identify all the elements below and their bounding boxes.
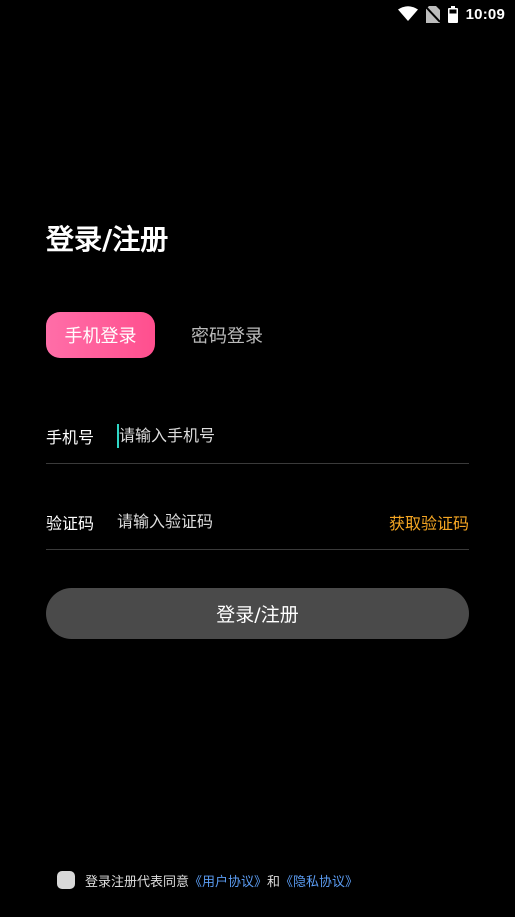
- phone-row: 手机号: [46, 408, 469, 464]
- page-title: 登录/注册: [46, 223, 169, 256]
- user-agreement-link[interactable]: 《用户协议》: [189, 871, 267, 890]
- agree-checkbox[interactable]: [57, 871, 75, 889]
- code-row: 验证码 获取验证码: [46, 494, 469, 550]
- privacy-agreement-link[interactable]: 《隐私协议》: [280, 871, 358, 890]
- tab-phone-login[interactable]: 手机登录: [46, 312, 155, 358]
- login-tabs: 手机登录 密码登录: [46, 312, 281, 358]
- no-sim-icon: [425, 5, 440, 23]
- agreement: 登录注册代表同意 《用户协议》 和 《隐私协议》: [57, 870, 358, 890]
- agreement-prefix: 登录注册代表同意: [85, 874, 190, 890]
- status-time: 10:09: [465, 5, 505, 23]
- phone-label: 手机号: [46, 427, 95, 447]
- agreement-connector: 和: [267, 874, 281, 890]
- tab-password-login[interactable]: 密码登录: [173, 312, 281, 358]
- get-code-button[interactable]: 获取验证码: [389, 510, 469, 534]
- login-register-button[interactable]: 登录/注册: [46, 588, 469, 639]
- battery-icon: [447, 5, 458, 23]
- wifi-icon: [397, 6, 418, 22]
- status-bar: 10:09: [0, 0, 515, 28]
- phone-input[interactable]: [117, 423, 469, 448]
- code-input[interactable]: [117, 509, 389, 534]
- status-icons: 10:09: [397, 4, 505, 24]
- code-label: 验证码: [46, 513, 95, 533]
